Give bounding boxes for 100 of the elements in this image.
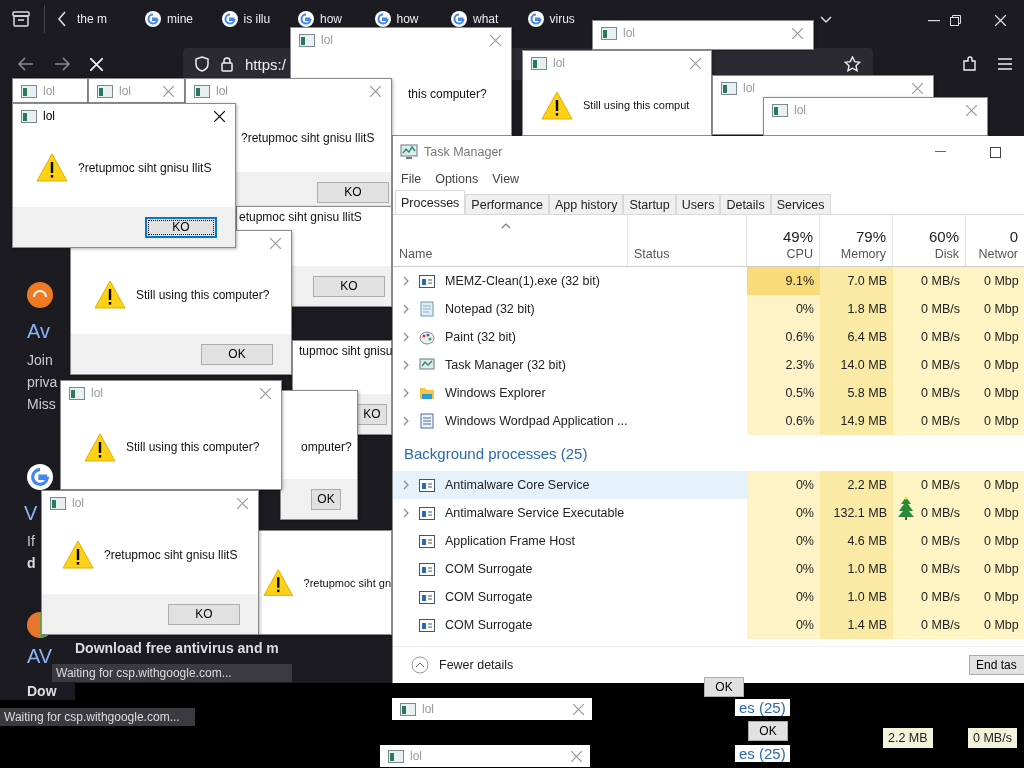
dialog-button[interactable]: OK: [311, 488, 341, 510]
process-row[interactable]: COM Surrogate 0% 1.0 MB 0 MB/s 0 Mbp: [393, 555, 1024, 583]
maximize-icon[interactable]: [990, 146, 1001, 158]
process-row[interactable]: Antimalware Core Service 0% 2.2 MB 0 MB/s 0 Mbp: [393, 471, 1024, 499]
fewer-details-link[interactable]: Fewer details: [439, 658, 514, 672]
column-header[interactable]: Disk: [934, 247, 959, 261]
process-row[interactable]: Paint (32 bit) 0.6% 6.4 MB 0 MB/s 0 Mbp: [393, 323, 1024, 351]
task-manager-icon: [419, 357, 435, 373]
dialog-message: omputer?: [301, 440, 352, 454]
minimize-icon[interactable]: [928, 20, 940, 22]
column-header[interactable]: CPU: [786, 247, 813, 261]
browser-tab[interactable]: virus: [521, 11, 598, 27]
column-header[interactable]: Memory: [840, 247, 886, 261]
app-window-icon: [21, 109, 37, 123]
browser-tab[interactable]: how: [368, 11, 445, 27]
expand-chevron-icon[interactable]: [403, 388, 409, 398]
collapse-chevron-icon[interactable]: [411, 656, 429, 674]
minimize-icon[interactable]: [935, 151, 946, 153]
tab[interactable]: Performance: [465, 194, 549, 214]
result-text: Download free antivirus and m: [75, 640, 279, 656]
menu-item[interactable]: View: [492, 172, 520, 186]
expand-chevron-icon[interactable]: [403, 332, 409, 342]
bookmark-star-icon[interactable]: [844, 56, 861, 72]
app-window-icon: [194, 84, 210, 98]
sort-caret-icon[interactable]: [501, 223, 511, 229]
table-cell: 0 Mbp: [966, 407, 1024, 435]
menu-item[interactable]: File: [401, 172, 422, 186]
process-row[interactable]: COM Surrogate 0% 1.0 MB 0 MB/s 0 Mbp: [393, 583, 1024, 611]
expand-chevron-icon[interactable]: [403, 304, 409, 314]
group-heading: es (25): [735, 745, 790, 762]
end-task-button[interactable]: End tas: [969, 655, 1024, 675]
column-header[interactable]: Name: [399, 247, 621, 261]
tab[interactable]: App history: [548, 194, 624, 214]
column-total: 0: [1009, 228, 1018, 245]
table-cell: 4.6 MB: [820, 527, 893, 555]
dialog-button[interactable]: OK: [201, 343, 273, 365]
process-row[interactable]: Task Manager (32 bit) 2.3% 14.0 MB 0 MB/s 0 Mbp: [393, 351, 1024, 379]
browser-tab[interactable]: mine: [139, 11, 216, 27]
extensions-puzzle-icon[interactable]: [962, 56, 978, 72]
scroll-tabs-left-icon[interactable]: [57, 11, 67, 27]
table-cell: 0%: [747, 583, 820, 611]
app-window-icon: [299, 33, 315, 47]
process-row[interactable]: COM Surrogate 0% 1.4 MB 0 MB/s 0 Mbp: [393, 611, 1024, 639]
palette-icon: [419, 329, 435, 345]
process-row[interactable]: Antimalware Service Executable 0% 132.1 MB 0 MB/s 0 Mbp: [393, 499, 1024, 527]
table-cell: 0 MB/s: [893, 267, 966, 295]
column-header[interactable]: Status: [634, 247, 740, 261]
forward-arrow-icon[interactable]: [54, 57, 70, 71]
dialog-button[interactable]: OK: [748, 721, 788, 741]
task-manager-icon: [400, 144, 418, 160]
browser-tab[interactable]: how: [292, 11, 369, 27]
menu-item[interactable]: Options: [435, 172, 479, 186]
browser-tab[interactable]: what: [445, 11, 522, 27]
process-row[interactable]: Application Frame Host 0% 4.6 MB 0 MB/s 0 Mbp: [393, 527, 1024, 555]
expand-chevron-icon[interactable]: [403, 360, 409, 370]
tab[interactable]: Users: [675, 194, 721, 214]
table-cell: 0%: [747, 295, 820, 323]
table-cell: 0 MB/s: [893, 351, 966, 379]
expand-chevron-icon[interactable]: [403, 508, 409, 518]
window-title: lol: [216, 84, 228, 98]
expand-chevron-icon[interactable]: [403, 276, 409, 286]
process-row[interactable]: Windows Explorer 0.5% 5.8 MB 0 MB/s 0 Mbp: [393, 379, 1024, 407]
process-row[interactable]: Notepad (32 bit) 0% 1.8 MB 0 MB/s 0 Mbp: [393, 295, 1024, 323]
tab[interactable]: Services: [770, 194, 831, 214]
stop-loading-icon[interactable]: [90, 57, 103, 71]
dialog-button[interactable]: KO: [317, 181, 389, 203]
tab-list-icon[interactable]: [12, 11, 30, 27]
result-heading[interactable]: AV: [27, 645, 53, 668]
tab[interactable]: Startup: [623, 194, 676, 214]
table-cell: 0.6%: [747, 407, 820, 435]
restore-icon[interactable]: [950, 15, 961, 26]
dialog-button[interactable]: OK: [704, 677, 744, 697]
tab[interactable]: Details: [720, 194, 771, 214]
process-name: COM Surrogate: [445, 562, 533, 576]
expand-chevron-icon[interactable]: [403, 416, 409, 426]
close-icon[interactable]: [214, 111, 225, 122]
dialog-button[interactable]: KO: [313, 275, 385, 297]
result-heading[interactable]: Av: [27, 320, 50, 343]
table-cell: 2.2 MB: [820, 471, 893, 499]
browser-tab[interactable]: the m: [75, 11, 139, 27]
result-heading[interactable]: V: [24, 502, 38, 525]
table-cell: 0 MB/s: [893, 527, 966, 555]
menu-icon[interactable]: [998, 58, 1012, 70]
expand-chevron-icon[interactable]: [403, 480, 409, 490]
process-row[interactable]: MEMZ-Clean(1).exe (32 bit) 9.1% 7.0 MB 0 MB/s 0 Mbp: [393, 267, 1024, 295]
dialog-button[interactable]: KO: [357, 403, 387, 425]
app-window-icon: [388, 749, 404, 763]
tab-overflow-caret-icon[interactable]: [820, 16, 832, 24]
tab[interactable]: Processes: [395, 190, 466, 214]
browser-tab[interactable]: is illu: [215, 11, 292, 27]
app-window-icon: [531, 56, 547, 70]
column-header[interactable]: Networ: [978, 247, 1018, 261]
table-cell: 0%: [747, 527, 820, 555]
dialog-button[interactable]: KO: [145, 216, 217, 238]
back-arrow-icon[interactable]: [18, 57, 34, 71]
process-name: Antimalware Service Executable: [445, 506, 625, 520]
dialog-button[interactable]: KO: [168, 603, 240, 625]
process-row[interactable]: Windows Wordpad Application ... 0.6% 14.9 MB 0 MB/s 0 Mbp: [393, 407, 1024, 435]
window-title: lol: [553, 56, 565, 70]
dialog-message: ?retupmoc siht gnisu llitS: [78, 160, 212, 175]
